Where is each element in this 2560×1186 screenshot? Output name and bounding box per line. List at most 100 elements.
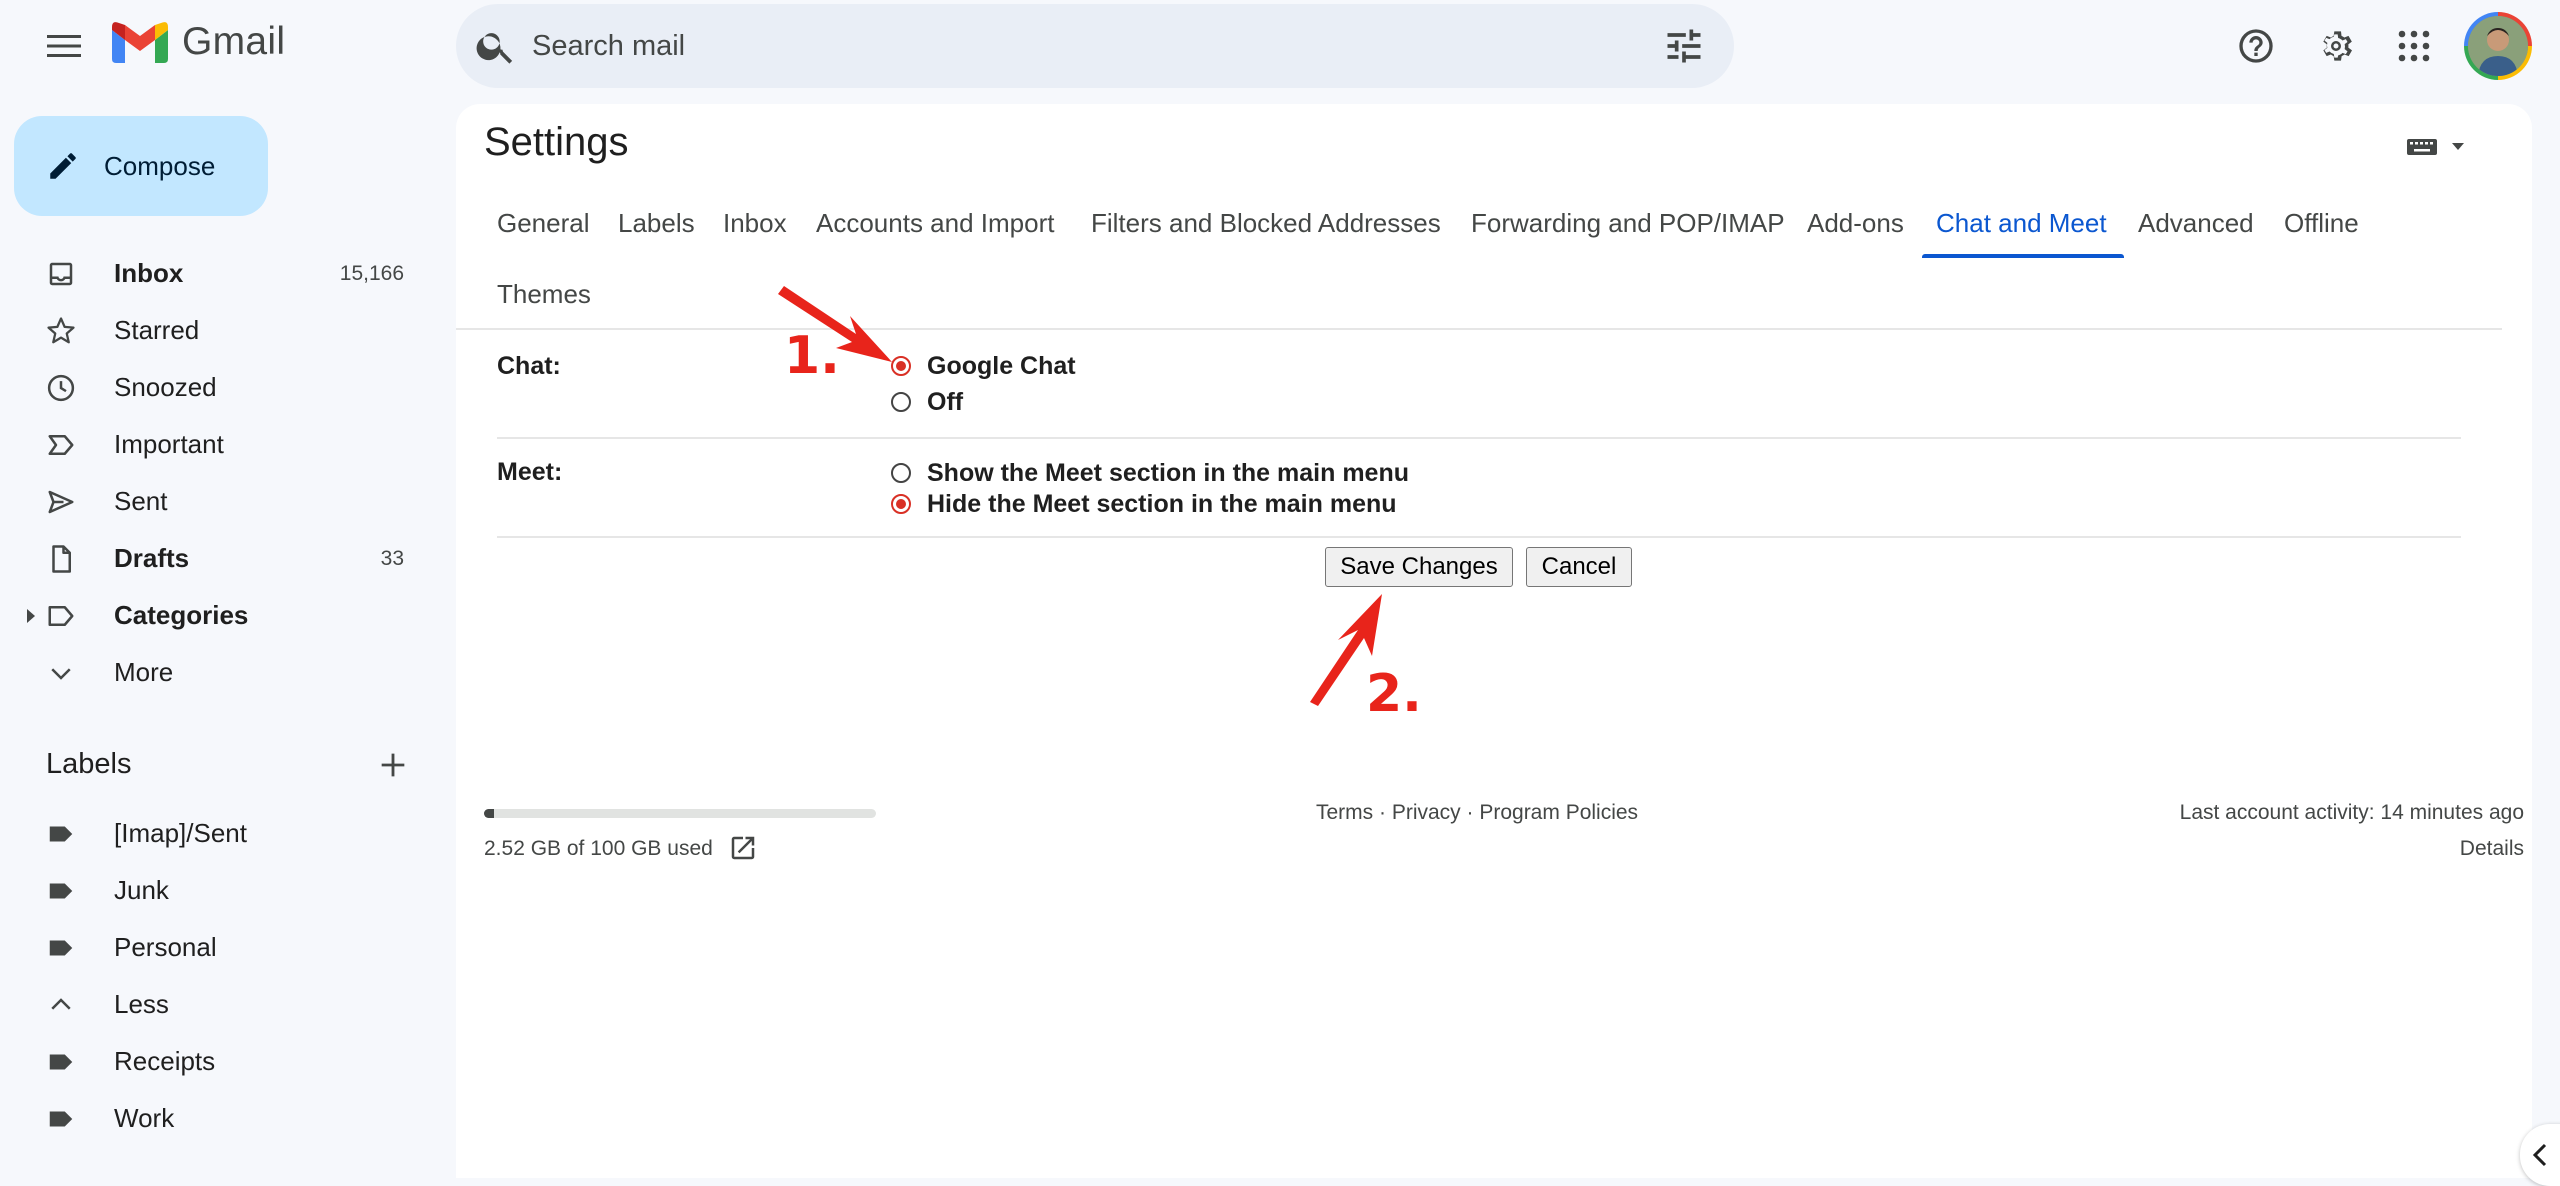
tabs-divider xyxy=(456,328,2502,330)
apps-grid-icon[interactable] xyxy=(2390,22,2438,70)
meet-label: Meet: xyxy=(497,458,563,486)
nav-label: Sent xyxy=(114,486,168,516)
storage-usage-text: 2.52 GB of 100 GB used xyxy=(484,837,713,860)
nav-label: Important xyxy=(114,429,224,459)
label-name: Work xyxy=(114,1103,175,1133)
nav-label: Starred xyxy=(114,315,200,345)
nav-categories[interactable]: Categories xyxy=(0,588,440,644)
nav-inbox[interactable]: Inbox 15,166 xyxy=(0,246,440,302)
row-divider xyxy=(497,437,2461,439)
search-options-icon[interactable] xyxy=(1662,24,1706,68)
search-icon[interactable] xyxy=(474,24,518,68)
clock-icon xyxy=(47,374,75,402)
annotation-step-2: 2. xyxy=(1366,664,1422,724)
nav-snoozed[interactable]: Snoozed xyxy=(0,360,440,416)
option-show-meet[interactable]: Show the Meet section in the main menu xyxy=(927,459,1409,488)
compose-label: Compose xyxy=(104,150,216,181)
label-name: [Imap]/Sent xyxy=(114,818,247,848)
label-personal[interactable]: Personal xyxy=(0,920,440,976)
tab-themes[interactable]: Themes xyxy=(497,279,591,310)
chevron-up-icon xyxy=(51,998,71,1010)
tab-inbox[interactable]: Inbox xyxy=(723,208,787,239)
app-name: Gmail xyxy=(182,20,286,63)
tab-general[interactable]: General xyxy=(497,208,590,239)
unread-count: 15,166 xyxy=(339,262,404,285)
chat-label: Chat: xyxy=(497,352,561,380)
option-chat-off[interactable]: Off xyxy=(927,388,963,417)
profile-photo-icon xyxy=(2468,16,2528,76)
pencil-icon xyxy=(50,153,76,179)
tab-accounts-import[interactable]: Accounts and Import xyxy=(816,208,1054,239)
label-name: Receipts xyxy=(114,1046,216,1076)
tab-addons[interactable]: Add-ons xyxy=(1807,208,1904,239)
radio-hide-meet[interactable] xyxy=(891,494,911,514)
radio-chat-off[interactable] xyxy=(891,392,911,412)
label-icon xyxy=(49,826,73,842)
nav-starred[interactable]: Starred xyxy=(0,303,440,359)
row-divider xyxy=(497,536,2461,538)
gmail-m-icon xyxy=(112,22,168,63)
settings-panel xyxy=(456,104,2532,1178)
nav-label: Drafts xyxy=(114,543,190,573)
label-work[interactable]: Work xyxy=(0,1091,440,1147)
save-changes-button[interactable]: Save Changes xyxy=(1325,547,1513,587)
nav-important[interactable]: Important xyxy=(0,417,440,473)
input-tools-icon[interactable] xyxy=(2406,134,2470,158)
label-outline-icon xyxy=(48,606,74,626)
details-link[interactable]: Details xyxy=(2460,837,2524,861)
storage-fill xyxy=(484,809,494,818)
label-icon xyxy=(49,883,73,899)
tab-chat-meet[interactable]: Chat and Meet xyxy=(1936,208,2107,239)
search-input[interactable] xyxy=(532,22,1632,70)
compose-button[interactable]: Compose xyxy=(14,116,268,216)
footer-links[interactable]: Terms · Privacy · Program Policies xyxy=(1316,801,1638,825)
label-icon xyxy=(49,1111,73,1127)
nav-sent[interactable]: Sent xyxy=(0,474,440,530)
draft-icon xyxy=(52,545,71,573)
tab-forwarding[interactable]: Forwarding and POP/IMAP xyxy=(1471,208,1785,239)
gmail-logo[interactable]: Gmail xyxy=(112,20,285,64)
nav-more[interactable]: More xyxy=(0,645,440,701)
help-icon[interactable] xyxy=(2232,22,2280,70)
send-icon xyxy=(48,490,74,514)
nav-label: Inbox xyxy=(114,258,184,288)
tab-advanced[interactable]: Advanced xyxy=(2138,208,2254,239)
label-icon xyxy=(49,940,73,956)
chevron-down-icon xyxy=(51,668,71,680)
important-icon xyxy=(48,435,74,455)
nav-label: Snoozed xyxy=(114,372,217,402)
radio-show-meet[interactable] xyxy=(891,463,911,483)
labels-less[interactable]: Less xyxy=(0,977,440,1033)
option-google-chat[interactable]: Google Chat xyxy=(927,352,1076,381)
page-title: Settings xyxy=(484,120,629,164)
hamburger-icon xyxy=(47,35,81,57)
account-avatar[interactable] xyxy=(2464,12,2532,80)
settings-gear-icon[interactable] xyxy=(2312,22,2360,70)
nav-label: Categories xyxy=(114,600,249,630)
nav-drafts[interactable]: Drafts 33 xyxy=(0,531,440,587)
option-hide-meet[interactable]: Hide the Meet section in the main menu xyxy=(927,490,1397,519)
tab-offline[interactable]: Offline xyxy=(2284,208,2359,239)
storage-progress-bar xyxy=(484,809,876,818)
add-label-icon[interactable] xyxy=(376,748,410,782)
labels-heading: Labels xyxy=(46,748,132,780)
draft-count: 33 xyxy=(380,547,404,570)
label-name: Less xyxy=(114,989,169,1019)
cancel-button[interactable]: Cancel xyxy=(1526,547,1632,587)
tab-filters[interactable]: Filters and Blocked Addresses xyxy=(1091,208,1441,239)
star-icon xyxy=(47,317,75,344)
label-name: Junk xyxy=(114,875,169,905)
tab-labels[interactable]: Labels xyxy=(618,208,695,239)
label-icon xyxy=(49,1054,73,1070)
active-tab-indicator xyxy=(1922,254,2124,258)
expand-arrow-icon[interactable] xyxy=(26,609,36,623)
label-receipts[interactable]: Receipts xyxy=(0,1034,440,1090)
main-menu-button[interactable] xyxy=(36,18,92,74)
chevron-left-icon xyxy=(2532,1143,2547,1167)
inbox-icon xyxy=(49,262,73,286)
annotation-step-1: 1. xyxy=(784,326,840,386)
open-storage-icon[interactable] xyxy=(728,833,758,863)
label-imap-sent[interactable]: [Imap]/Sent xyxy=(0,806,440,862)
last-activity: Last account activity: 14 minutes ago xyxy=(2179,801,2524,824)
label-junk[interactable]: Junk xyxy=(0,863,440,919)
